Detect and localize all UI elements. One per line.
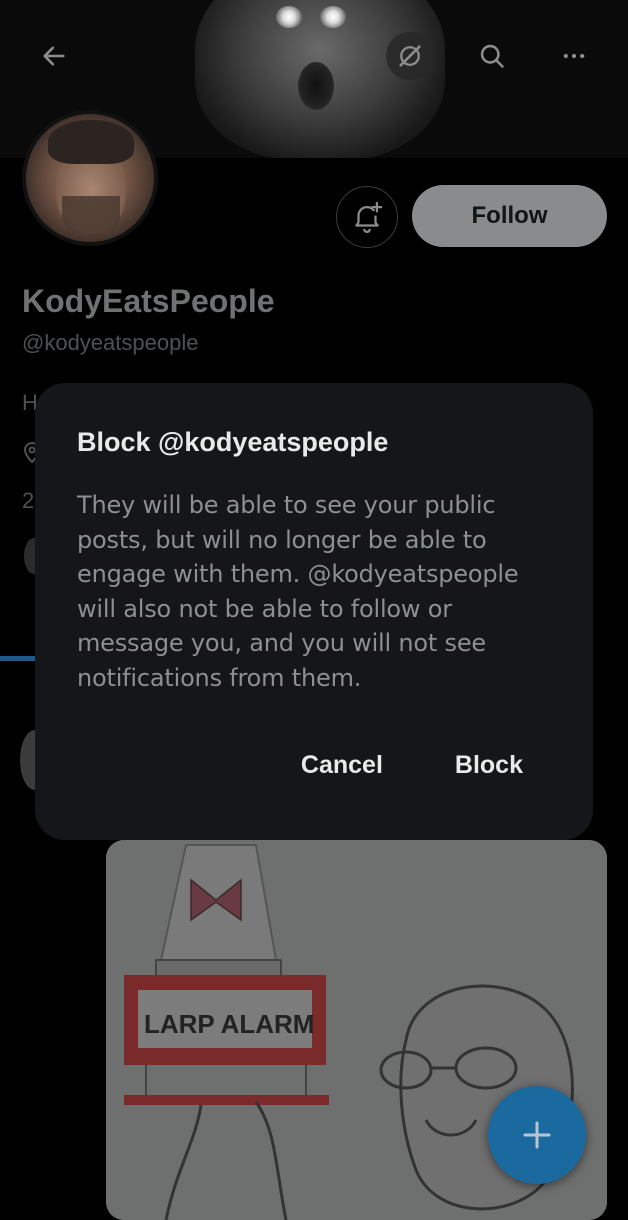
cancel-button[interactable]: Cancel [301, 751, 383, 780]
dialog-title: Block @kodyeatspeople [77, 427, 389, 457]
block-button[interactable]: Block [455, 751, 523, 780]
dialog-actions: Cancel Block [301, 751, 523, 780]
dialog-body: They will be able to see your public pos… [77, 491, 519, 692]
block-dialog: Block @kodyeatspeople They will be able … [35, 383, 593, 840]
